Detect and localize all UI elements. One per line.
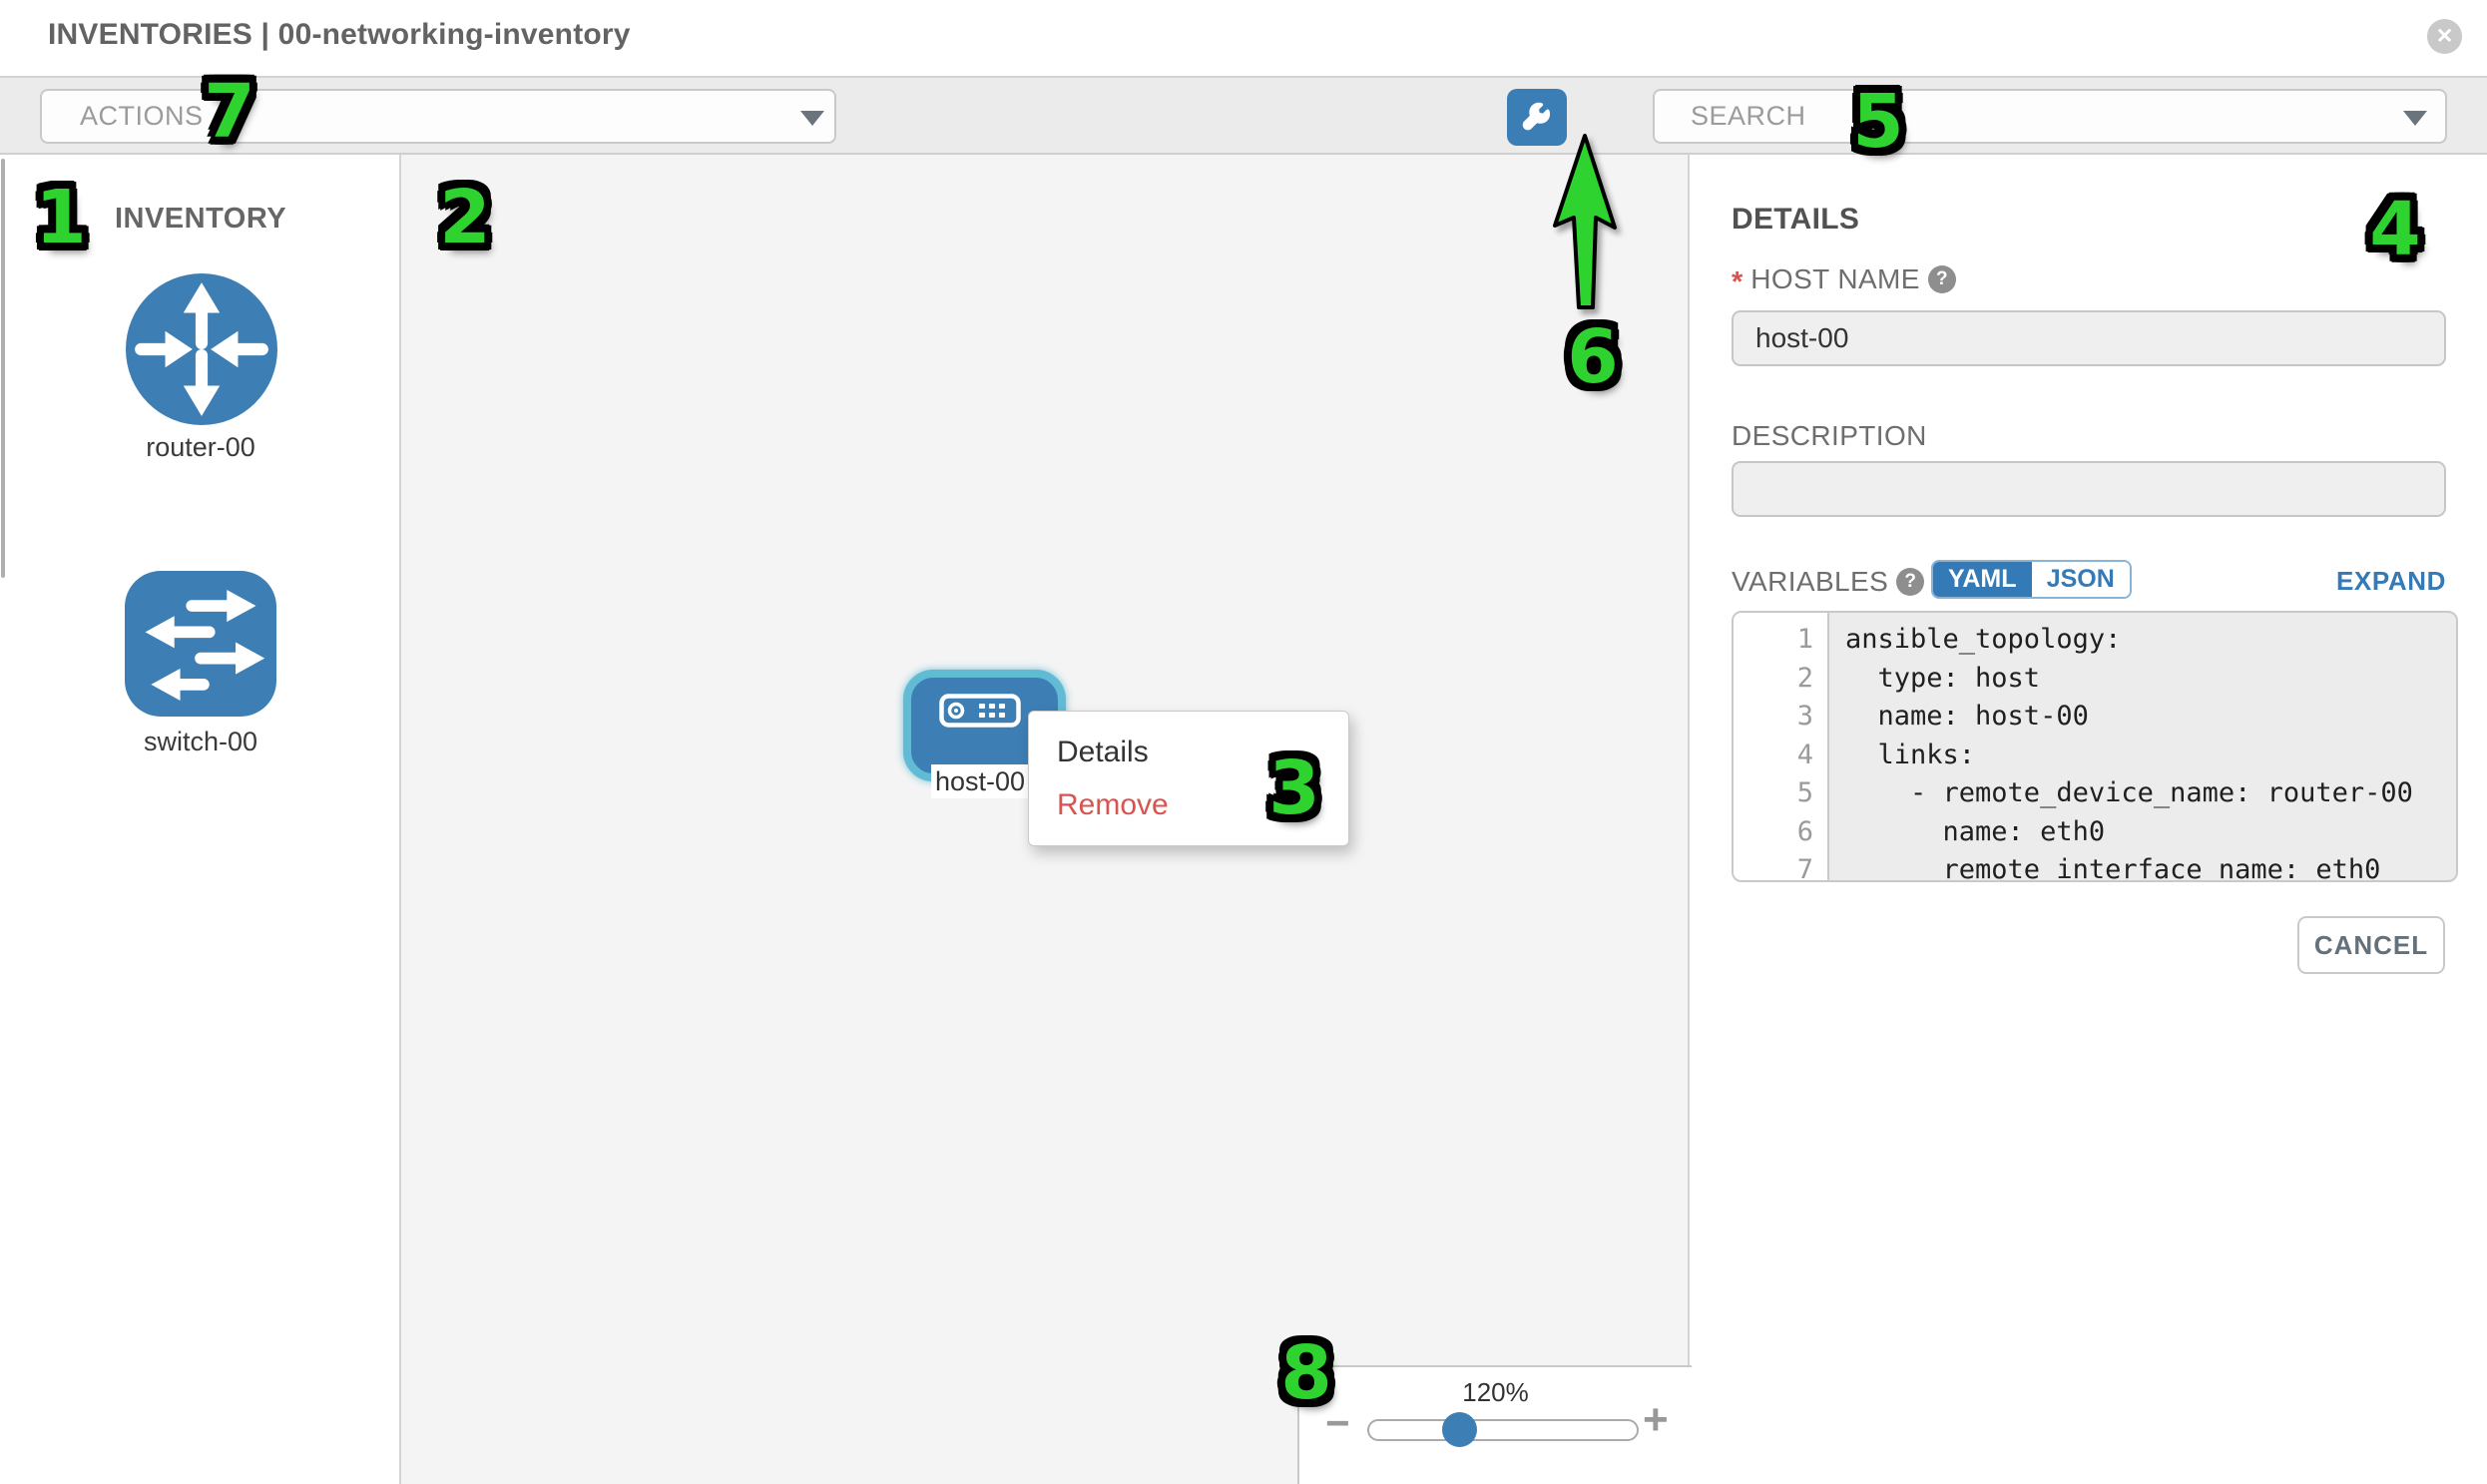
variables-label-row: VARIABLES ?: [1732, 566, 1924, 598]
line-number: 6: [1734, 813, 1813, 852]
annotation-arrow-up: [1545, 130, 1625, 319]
yaml-toggle-button[interactable]: YAML: [1933, 562, 2032, 597]
actions-dropdown-label: ACTIONS: [80, 101, 204, 132]
zoom-control: 120% − +: [1297, 1365, 1692, 1484]
inventory-item-switch-label: switch-00: [0, 727, 401, 757]
annotation-8: 8: [1280, 1330, 1332, 1416]
line-number: 7: [1734, 851, 1813, 882]
cancel-button[interactable]: CANCEL: [2297, 916, 2445, 974]
json-toggle-button[interactable]: JSON: [2032, 562, 2131, 597]
actions-dropdown[interactable]: ACTIONS: [40, 89, 836, 144]
editor-line-numbers: 1 2 3 4 5 6 7: [1734, 613, 1829, 880]
expand-link[interactable]: EXPAND: [2318, 566, 2446, 597]
close-icon[interactable]: ✕: [2427, 19, 2462, 54]
zoom-in-button[interactable]: +: [1643, 1395, 1669, 1445]
chevron-down-icon: [800, 111, 824, 126]
inventory-item-router-label: router-00: [0, 432, 401, 463]
router-icon: [126, 273, 277, 425]
help-icon[interactable]: ?: [1896, 568, 1924, 596]
line-number: 3: [1734, 698, 1813, 737]
code-line: ansible_topology:: [1845, 621, 2456, 660]
inventory-panel: INVENTORY router-00: [0, 155, 401, 1484]
page-title: INVENTORIES | 00-networking-inventory: [48, 18, 631, 52]
code-line: links:: [1845, 737, 2456, 775]
annotation-2: 2: [439, 175, 491, 260]
code-line: type: host: [1845, 660, 2456, 699]
variables-format-toggle: YAML JSON: [1931, 560, 2132, 599]
zoom-slider-handle[interactable]: [1442, 1412, 1477, 1447]
inventory-item-router[interactable]: [126, 273, 277, 425]
annotation-6: 6: [1567, 314, 1619, 400]
host-node-label: host-00: [931, 764, 1029, 798]
switch-icon: [125, 571, 276, 717]
host-icon: [939, 694, 1021, 728]
zoom-slider-track[interactable]: [1367, 1419, 1639, 1441]
line-number: 2: [1734, 660, 1813, 699]
line-number: 4: [1734, 737, 1813, 775]
description-label-row: DESCRIPTION: [1732, 420, 1927, 452]
annotation-1: 1: [35, 175, 87, 260]
description-label: DESCRIPTION: [1732, 420, 1927, 452]
topology-canvas[interactable]: host-00 Details Remove 120% − +: [401, 155, 1690, 1484]
line-number: 5: [1734, 774, 1813, 813]
details-panel-title: DETAILS: [1732, 203, 1859, 237]
code-line: - remote_device_name: router-00: [1845, 774, 2456, 813]
annotation-7: 7: [204, 69, 255, 155]
zoom-level-value: 120%: [1299, 1377, 1692, 1408]
line-number: 1: [1734, 621, 1813, 660]
inventory-topology-screen: INVENTORIES | 00-networking-inventory ✕ …: [0, 0, 2487, 1484]
variables-code-editor[interactable]: 1 2 3 4 5 6 7 ansible_topology: type: ho…: [1732, 611, 2458, 882]
variables-label: VARIABLES: [1732, 566, 1888, 598]
annotation-4: 4: [2369, 187, 2421, 272]
host-name-label-row: * HOST NAME ?: [1732, 262, 1956, 295]
host-name-field[interactable]: [1732, 310, 2446, 366]
editor-code-area[interactable]: ansible_topology: type: host name: host-…: [1829, 613, 2456, 880]
host-name-label: HOST NAME: [1750, 263, 1920, 295]
annotation-3: 3: [1268, 745, 1320, 831]
code-line: remote_interface_name: eth0: [1845, 851, 2456, 882]
required-marker: *: [1732, 266, 1742, 299]
annotation-5: 5: [1852, 79, 1904, 165]
toolbar: ACTIONS SEARCH: [0, 76, 2487, 155]
code-line: name: host-00: [1845, 698, 2456, 737]
details-panel: DETAILS * HOST NAME ? DESCRIPTION VARIAB…: [1692, 155, 2487, 1484]
app-header: INVENTORIES | 00-networking-inventory ✕: [0, 0, 2487, 76]
help-icon[interactable]: ?: [1928, 265, 1956, 293]
search-dropdown[interactable]: SEARCH: [1653, 89, 2447, 144]
chevron-down-icon: [2403, 111, 2427, 126]
inventory-item-switch[interactable]: [125, 571, 276, 717]
code-line: name: eth0: [1845, 813, 2456, 852]
description-field[interactable]: [1732, 461, 2446, 517]
search-dropdown-label: SEARCH: [1691, 101, 1806, 132]
